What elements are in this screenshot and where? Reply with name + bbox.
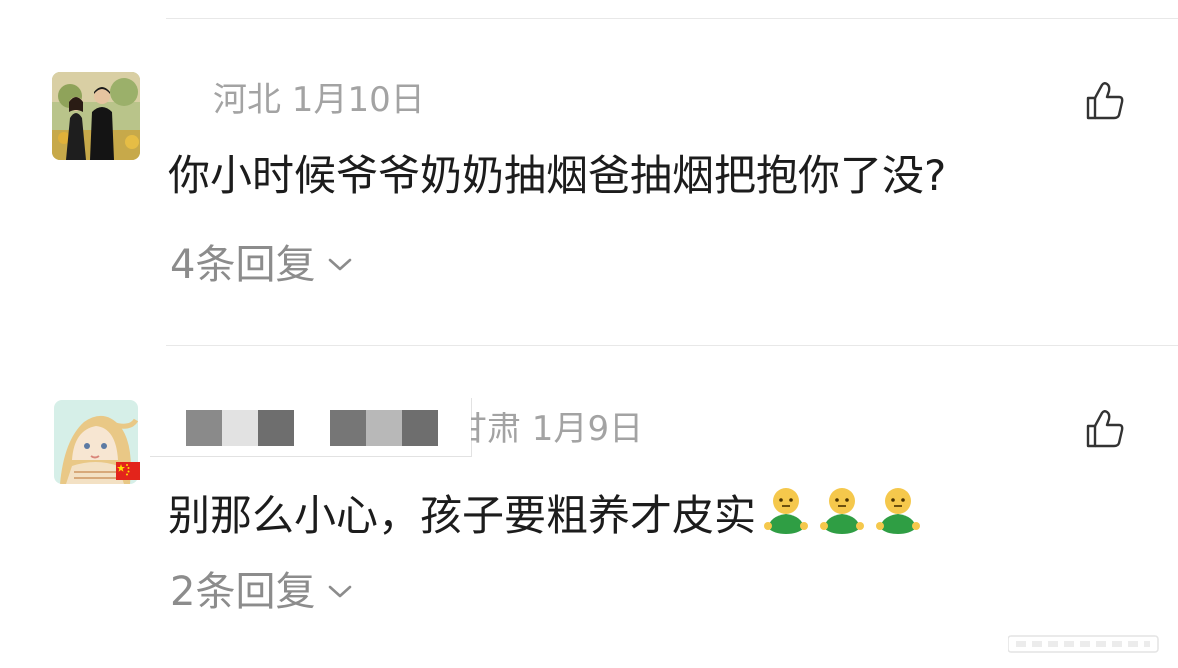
comment-text-row: 别那么小心，孩子要粗养才皮实 <box>168 484 924 537</box>
redacted-username <box>186 410 294 446</box>
green-figure-emoji-icon <box>820 488 865 534</box>
redacted-username <box>330 410 438 446</box>
redaction-border <box>150 456 472 457</box>
divider-middle <box>166 345 1178 346</box>
thumbs-up-icon[interactable] <box>1084 408 1126 450</box>
green-figure-emoji-icon <box>876 488 921 534</box>
divider-top <box>166 18 1178 19</box>
replies-toggle[interactable]: 2条回复 <box>170 572 353 612</box>
green-figure-emoji-icon <box>764 488 809 534</box>
replies-count-label: 2条回复 <box>170 569 316 615</box>
comment-location-date: 甘肃 1月9日 <box>471 412 644 446</box>
avatar[interactable] <box>52 72 140 160</box>
comment-text: 别那么小心，孩子要粗养才皮实 <box>168 491 757 540</box>
thumbs-up-icon[interactable] <box>1084 80 1126 122</box>
watermark-graphic <box>1008 635 1159 653</box>
avatar-image <box>52 72 140 160</box>
comment-location-date: 河北 1月10日 <box>213 80 425 120</box>
chevron-down-icon <box>329 585 352 598</box>
replies-count-label: 4条回复 <box>170 242 316 288</box>
comment-text: 你小时候爷爷奶奶抽烟爸抽烟把抱你了没? <box>168 151 947 200</box>
replies-toggle[interactable]: 4条回复 <box>170 245 353 285</box>
china-flag-icon <box>116 462 140 480</box>
chevron-down-icon <box>329 258 352 271</box>
